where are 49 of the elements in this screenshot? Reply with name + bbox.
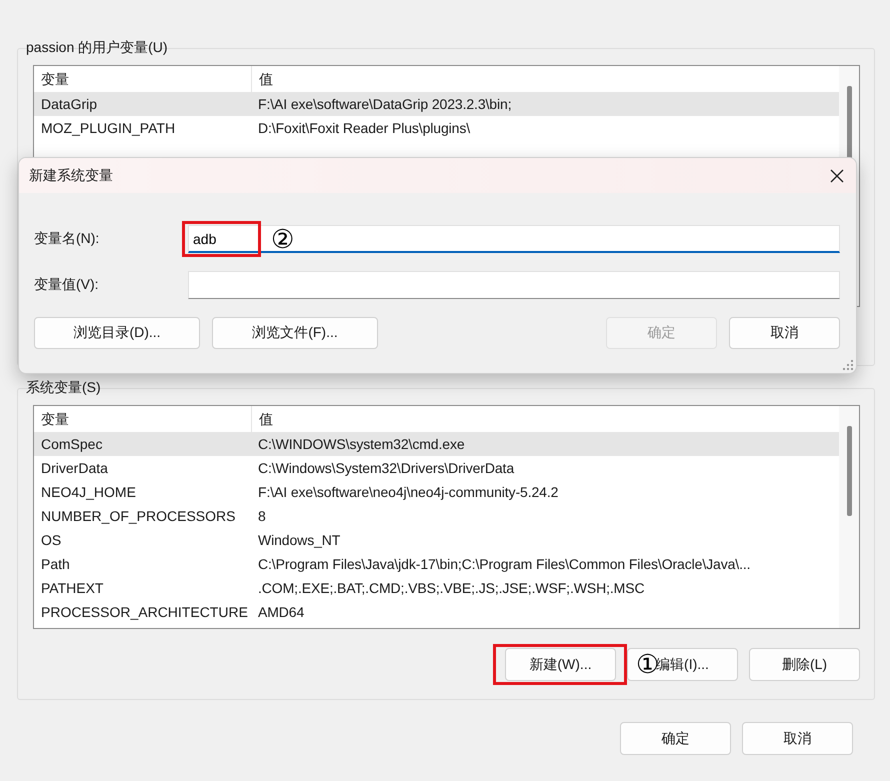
variable-name: NUMBER_OF_PROCESSORS [40, 507, 236, 526]
variable-value: F:\AI exe\software\neo4j\neo4j-community-5.24.2 [257, 483, 560, 502]
variable-row[interactable]: PATHEXT .COM;.EXE;.BAT;.CMD;.VBS;.VBE;.JS;.JSE;.WSF;.WSH;.MSC [34, 576, 839, 600]
variable-row[interactable]: NEO4J_HOME F:\AI exe\software\neo4j\neo4j-community-5.24.2 [34, 480, 839, 504]
variable-row[interactable]: DriverData C:\Windows\System32\Drivers\DriverData [34, 456, 839, 480]
variable-row[interactable]: ComSpec C:\WINDOWS\system32\cmd.exe [34, 432, 839, 456]
group-label: passion 的用户变量(U) [26, 39, 168, 55]
variable-name: PROCESSOR_ARCHITECTURE [40, 603, 249, 622]
browse-button[interactable]: 浏览目录(D)... [34, 317, 200, 349]
input-field[interactable] [188, 271, 840, 299]
dialog-button[interactable]: 取消 [729, 317, 840, 349]
action-button[interactable]: 新建(W)... [505, 648, 616, 681]
variable-row[interactable]: OS Windows_NT [34, 528, 839, 552]
column-header[interactable]: 值 [252, 66, 273, 92]
browse-button[interactable]: 浏览文件(F)... [212, 317, 378, 349]
close-icon[interactable] [830, 168, 844, 182]
variable-value: F:\AI exe\software\DataGrip 2023.2.3\bin; [257, 95, 512, 114]
variable-value: .COM;.EXE;.BAT;.CMD;.VBS;.VBE;.JS;.JSE;.WSF;.WSH;.MSC [257, 579, 646, 598]
variable-name: DriverData [40, 459, 109, 478]
variable-value: AMD64 [257, 603, 306, 622]
variable-row[interactable]: Path C:\Program Files\Java\jdk-17\bin;C:\Program Files\Common Files\Oracle\Java\... [34, 552, 839, 576]
variable-row[interactable]: NUMBER_OF_PROCESSORS 8 [34, 504, 839, 528]
variable-value: D:\Foxit\Foxit Reader Plus\plugins\ [257, 119, 472, 138]
variable-row[interactable]: DataGrip F:\AI exe\software\DataGrip 2023.2.3\bin; [34, 92, 839, 116]
field-label: 变量名(N): [34, 230, 100, 248]
field-label: 变量值(V): [34, 276, 100, 294]
variable-name: ComSpec [40, 435, 104, 454]
action-button[interactable]: 删除(L) [749, 648, 860, 681]
step-marker: ② [271, 225, 294, 253]
variable-row[interactable]: MOZ_PLUGIN_PATH D:\Foxit\Foxit Reader Plus\plugins\ [34, 116, 839, 140]
variable-value: C:\Windows\System32\Drivers\DriverData [257, 459, 516, 478]
scrollbar[interactable] [839, 406, 859, 628]
group-label: 系统变量(S) [26, 379, 101, 395]
variable-name: NEO4J_HOME [40, 483, 137, 502]
variable-row[interactable]: PROCESSOR_ARCHITECTURE AMD64 [34, 600, 839, 624]
variable-name: OS [40, 531, 62, 550]
variable-name: DataGrip [40, 95, 98, 114]
variable-value: C:\WINDOWS\system32\cmd.exe [257, 435, 466, 454]
variable-value: 8 [257, 507, 267, 526]
dialog-button[interactable]: 确定 [620, 722, 731, 755]
variable-value: Windows_NT [257, 531, 342, 550]
column-header[interactable]: 值 [252, 406, 273, 432]
resize-grip-icon[interactable] [843, 360, 853, 370]
variable-name: MOZ_PLUGIN_PATH [40, 119, 176, 138]
variable-name: Path [40, 555, 71, 574]
variable-value: C:\Program Files\Java\jdk-17\bin;C:\Program Files\Common Files\Oracle\Java\... [257, 555, 752, 574]
dialog-button[interactable]: 取消 [742, 722, 853, 755]
dialog-title: 新建系统变量 [29, 166, 113, 184]
variable-name: PATHEXT [40, 579, 104, 598]
